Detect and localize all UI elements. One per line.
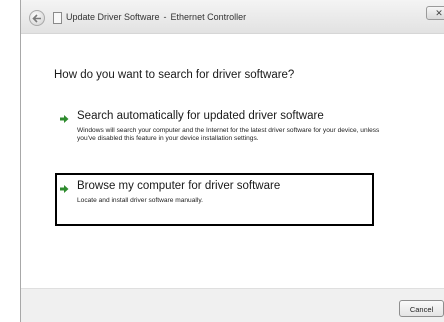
search-automatically-title: Search automatically for updated driver …	[77, 110, 324, 122]
title-bar: Update Driver Software - Ethernet Controll…	[21, 0, 444, 34]
green-arrow-icon	[60, 185, 69, 193]
browse-my-computer-option[interactable]: Browse my computer for driver software L…	[59, 180, 389, 220]
browse-my-computer-title: Browse my computer for driver software	[77, 180, 281, 192]
search-automatically-option[interactable]: Search automatically for updated driver …	[59, 110, 389, 160]
back-button[interactable]	[29, 10, 45, 26]
page-heading: How do you want to search for driver sof…	[54, 69, 295, 81]
window-title: Update Driver Software - Ethernet Controll…	[66, 12, 246, 22]
window-title-app: Update Driver Software	[66, 12, 160, 22]
window-title-separator: -	[163, 12, 167, 22]
close-button[interactable]: ✕	[426, 6, 444, 20]
back-arrow-icon	[32, 14, 41, 23]
dialog-footer: Cancel	[21, 288, 444, 322]
update-driver-dialog: Update Driver Software - Ethernet Controll…	[20, 0, 444, 322]
device-icon	[53, 12, 62, 24]
search-automatically-description: Windows will search your computer and th…	[77, 127, 380, 143]
green-arrow-icon	[60, 115, 69, 123]
close-icon: ✕	[435, 8, 443, 18]
browse-my-computer-description: Locate and install driver software manua…	[77, 197, 203, 204]
cancel-button[interactable]: Cancel	[399, 300, 444, 317]
window-title-device: Ethernet Controller	[170, 12, 247, 22]
dialog-content: How do you want to search for driver sof…	[21, 34, 444, 288]
